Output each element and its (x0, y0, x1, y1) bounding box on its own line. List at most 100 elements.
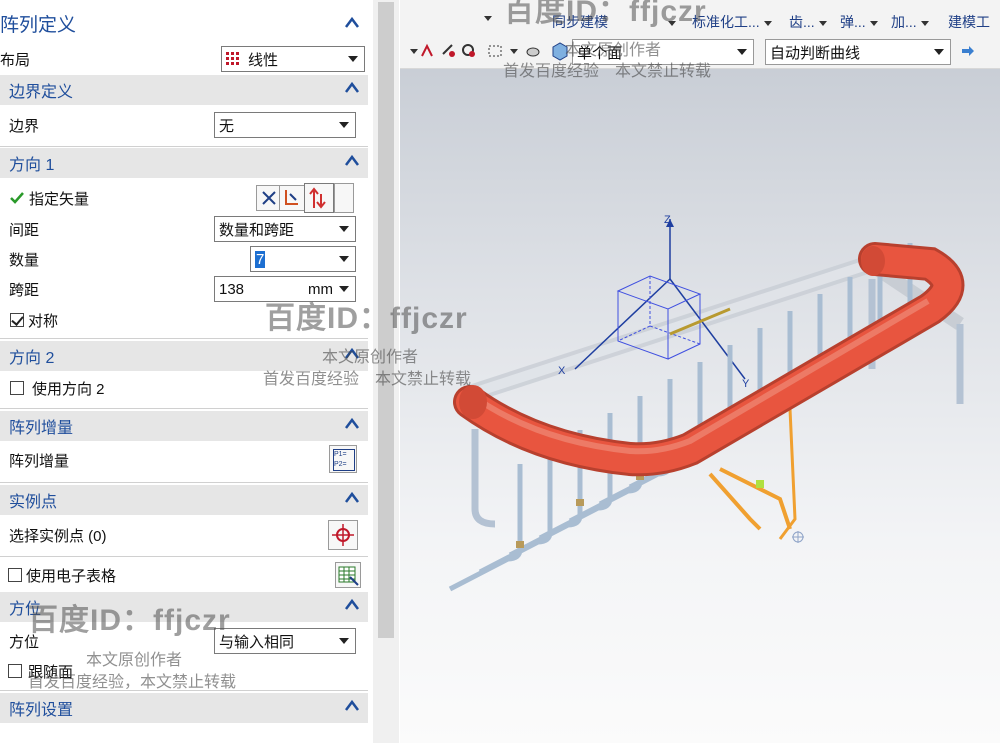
basket-model: Z X Y (448, 214, 965, 592)
direction1-section-header[interactable]: 方向 1 (0, 148, 368, 178)
arrow-right-icon[interactable] (960, 44, 976, 58)
check-icon (10, 192, 24, 204)
spreadsheet-checkbox[interactable] (8, 568, 22, 582)
span-value: 138 (219, 280, 245, 298)
divider (0, 146, 368, 147)
collapse-icon[interactable] (344, 80, 360, 96)
chevron-down-icon (737, 49, 747, 55)
layout-select[interactable]: 线性 (221, 46, 365, 72)
chevron-down-icon (339, 638, 349, 644)
collapse-icon[interactable] (344, 698, 360, 714)
y-axis-label: Y (742, 378, 750, 390)
select-instance-button[interactable] (328, 520, 358, 550)
collapse-icon[interactable] (344, 490, 360, 506)
boundary-select[interactable]: 无 (214, 112, 356, 138)
divider (0, 338, 368, 339)
direction2-section-title: 方向 2 (9, 350, 55, 367)
watermark-line1-bottom: 本文原创作者 (86, 652, 183, 669)
chevron-down-icon (339, 226, 349, 232)
specify-vector-label: 指定矢量 (29, 190, 90, 208)
symmetric-checkbox[interactable] (10, 313, 24, 327)
inferred-vector-button[interactable] (304, 183, 334, 213)
increment-icon: P1= P2= (333, 449, 355, 471)
spacing-value: 数量和跨距 (219, 221, 295, 239)
vector-dialog-button[interactable] (279, 185, 305, 211)
symmetric-label: 对称 (28, 312, 59, 330)
collapse-icon[interactable] (344, 153, 360, 169)
spacing-label: 间距 (9, 221, 40, 239)
count-value: 7 (255, 250, 266, 268)
menu-spring[interactable]: 弹... (840, 12, 878, 32)
increment-section-title: 阵列增量 (9, 420, 74, 437)
use-direction2-checkbox[interactable] (10, 381, 24, 395)
divider (0, 556, 368, 557)
increment-row: 阵列增量 P1= P2= (0, 445, 368, 475)
boundary-label: 边界 (9, 117, 40, 135)
spacing-row: 间距 数量和跨距 (0, 214, 368, 244)
layout-row: 布局 线性 (0, 44, 368, 74)
chevron-down-icon (339, 256, 349, 262)
menu-modeling-tools[interactable]: 建模工 (948, 12, 990, 32)
collapse-icon[interactable] (344, 597, 360, 613)
chevron-down-icon[interactable] (510, 49, 518, 54)
settings-section-header[interactable]: 阵列设置 (0, 693, 368, 723)
connector-bead (516, 541, 524, 548)
use-direction2-label: 使用方向 2 (32, 380, 105, 398)
x-axis-label: X (558, 365, 566, 377)
curve-rule-select[interactable]: 自动判断曲线 (765, 39, 951, 65)
box-select-icon[interactable] (486, 42, 504, 60)
curve-rule-value: 自动判断曲线 (770, 44, 861, 62)
instance-section-header[interactable]: 实例点 (0, 485, 368, 515)
menu-add[interactable]: 加... (891, 12, 929, 32)
layout-label: 布局 (0, 51, 31, 69)
menu-gear[interactable]: 齿... (789, 12, 827, 32)
spreadsheet-button[interactable] (335, 562, 361, 588)
boundary-row: 边界 无 (0, 110, 368, 140)
chevron-down-icon (339, 122, 349, 128)
snap-point-icon[interactable] (418, 42, 436, 60)
orientation-select[interactable]: 与输入相同 (214, 628, 356, 654)
snap-end-icon[interactable] (440, 42, 458, 60)
spreadsheet-row[interactable]: 使用电子表格 (0, 560, 368, 590)
crosshair-icon (332, 524, 354, 546)
boundary-section-header[interactable]: 边界定义 (0, 75, 368, 105)
chevron-down-icon (348, 56, 358, 62)
follow-face-checkbox[interactable] (8, 664, 22, 678)
z-axis-label: Z (664, 214, 671, 226)
settings-section-title: 阵列设置 (9, 702, 74, 719)
chevron-down-icon[interactable] (484, 16, 492, 21)
watermark-id-top: 百度ID：ffjczr (504, 0, 707, 28)
increment-button[interactable]: P1= P2= (329, 445, 357, 473)
watermark-id-mid: 百度ID：ffjczr (265, 302, 468, 335)
count-input[interactable]: 7 (250, 246, 356, 272)
pattern-definition-header[interactable]: 阵列定义 (0, 8, 368, 38)
watermark-line1-mid: 本文原创作者 (322, 349, 419, 366)
pattern-definition-title: 阵列定义 (0, 14, 77, 36)
specify-vector-row[interactable]: 指定矢量 (0, 183, 368, 213)
chevron-down-icon[interactable] (410, 49, 418, 54)
graphics-viewport[interactable]: Z X Y (400, 69, 1000, 743)
snap-mid-icon[interactable] (460, 42, 478, 60)
instance-section-title: 实例点 (9, 494, 58, 511)
collapse-icon[interactable] (344, 416, 360, 432)
divider (0, 482, 368, 483)
watermark-line2-top: 首发百度经验 本文禁止转载 (503, 63, 712, 80)
boundary-section-title: 边界定义 (9, 84, 74, 101)
instance-label: 选择实例点 (0) (9, 527, 107, 545)
reverse-direction-icon (262, 191, 276, 205)
span-label: 跨距 (9, 281, 40, 299)
increment-section-header[interactable]: 阵列增量 (0, 411, 368, 441)
collapse-icon[interactable] (344, 15, 360, 31)
watermark-line2-mid: 首发百度经验 本文禁止转载 (263, 371, 472, 388)
count-row: 数量 7 (0, 244, 368, 274)
count-label: 数量 (9, 251, 40, 269)
layout-value: 线性 (248, 51, 279, 69)
spreadsheet-label: 使用电子表格 (26, 567, 117, 585)
instance-row: 选择实例点 (0) (0, 520, 368, 550)
spreadsheet-icon (338, 566, 359, 586)
main-area: 同步建模 标准化工... 齿... 弹... 加... 建模工 单个面 自动判断… (400, 0, 1000, 743)
connector-bead (576, 499, 584, 506)
spacing-select[interactable]: 数量和跨距 (214, 216, 356, 242)
vector-icon (285, 190, 298, 205)
vector-options-dropdown[interactable] (334, 183, 354, 213)
